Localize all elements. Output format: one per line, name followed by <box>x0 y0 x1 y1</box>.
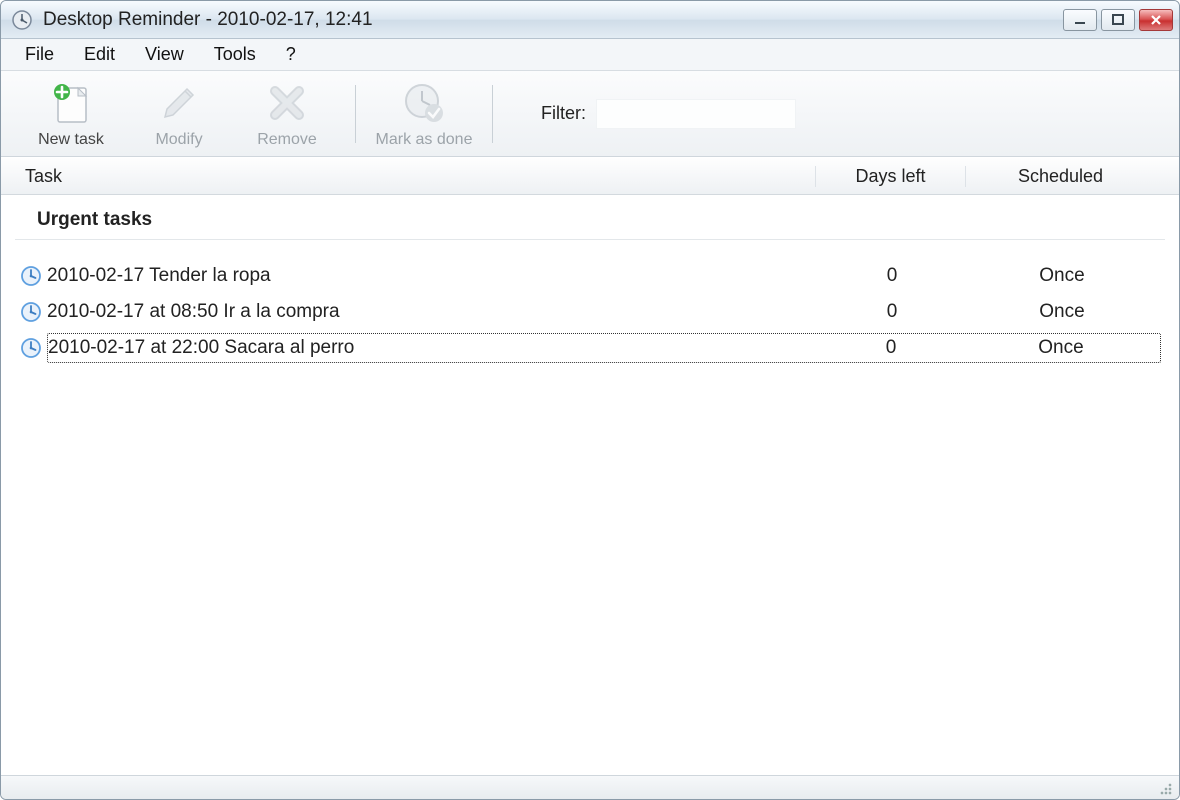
mark-done-label: Mark as done <box>376 131 473 149</box>
toolbar-separator <box>355 85 356 143</box>
clock-check-icon <box>402 75 446 131</box>
column-scheduled[interactable]: Scheduled <box>965 166 1155 187</box>
status-bar <box>1 775 1179 799</box>
group-title: Urgent tasks <box>15 203 1165 240</box>
task-row[interactable]: 2010-02-17 at 08:50 Ir a la compra0Once <box>15 294 1165 330</box>
task-days-left: 0 <box>817 265 967 287</box>
task-text: 2010-02-17 Tender la ropa <box>47 265 817 287</box>
task-row[interactable]: 2010-02-17 at 22:00 Sacara al perro0Once <box>15 330 1165 366</box>
toolbar: New task Modify Remove <box>1 71 1179 157</box>
column-days-left[interactable]: Days left <box>815 166 965 187</box>
mark-done-button: Mark as done <box>374 75 474 153</box>
menu-help[interactable]: ? <box>286 44 296 65</box>
task-list: Urgent tasks 2010-02-17 Tender la ropa0O… <box>1 195 1179 775</box>
column-task[interactable]: Task <box>25 166 815 187</box>
filter-group: Filter: <box>541 99 796 129</box>
new-task-button[interactable]: New task <box>21 75 121 153</box>
task-scheduled: Once <box>966 337 1156 359</box>
menu-edit[interactable]: Edit <box>84 44 115 65</box>
task-days-left: 0 <box>816 337 966 359</box>
remove-label: Remove <box>257 131 317 149</box>
menu-view[interactable]: View <box>145 44 184 65</box>
clock-icon <box>19 300 43 324</box>
window-title: Desktop Reminder - 2010-02-17, 12:41 <box>43 9 1063 31</box>
menu-tools[interactable]: Tools <box>214 44 256 65</box>
window-controls <box>1063 9 1173 31</box>
task-days-left: 0 <box>817 301 967 323</box>
close-button[interactable] <box>1139 9 1173 31</box>
clock-icon <box>19 336 43 360</box>
remove-button: Remove <box>237 75 337 153</box>
maximize-button[interactable] <box>1101 9 1135 31</box>
modify-button: Modify <box>129 75 229 153</box>
new-task-icon <box>48 75 94 131</box>
title-bar: Desktop Reminder - 2010-02-17, 12:41 <box>1 1 1179 39</box>
task-text: 2010-02-17 at 22:00 Sacara al perro <box>48 337 816 359</box>
x-icon <box>267 75 307 131</box>
task-scheduled: Once <box>967 265 1157 287</box>
column-header-row: Task Days left Scheduled <box>1 157 1179 195</box>
resize-grip-icon[interactable] <box>1157 780 1173 796</box>
new-task-label: New task <box>38 131 104 149</box>
application-window: Desktop Reminder - 2010-02-17, 12:41 Fil… <box>0 0 1180 800</box>
minimize-button[interactable] <box>1063 9 1097 31</box>
menu-bar: File Edit View Tools ? <box>1 39 1179 71</box>
menu-file[interactable]: File <box>25 44 54 65</box>
app-icon <box>11 9 33 31</box>
task-row[interactable]: 2010-02-17 Tender la ropa0Once <box>15 258 1165 294</box>
clock-icon <box>19 264 43 288</box>
filter-label: Filter: <box>541 103 586 124</box>
filter-input[interactable] <box>596 99 796 129</box>
task-text: 2010-02-17 at 08:50 Ir a la compra <box>47 301 817 323</box>
pencil-icon <box>159 75 199 131</box>
toolbar-separator-2 <box>492 85 493 143</box>
task-scheduled: Once <box>967 301 1157 323</box>
modify-label: Modify <box>155 131 202 149</box>
